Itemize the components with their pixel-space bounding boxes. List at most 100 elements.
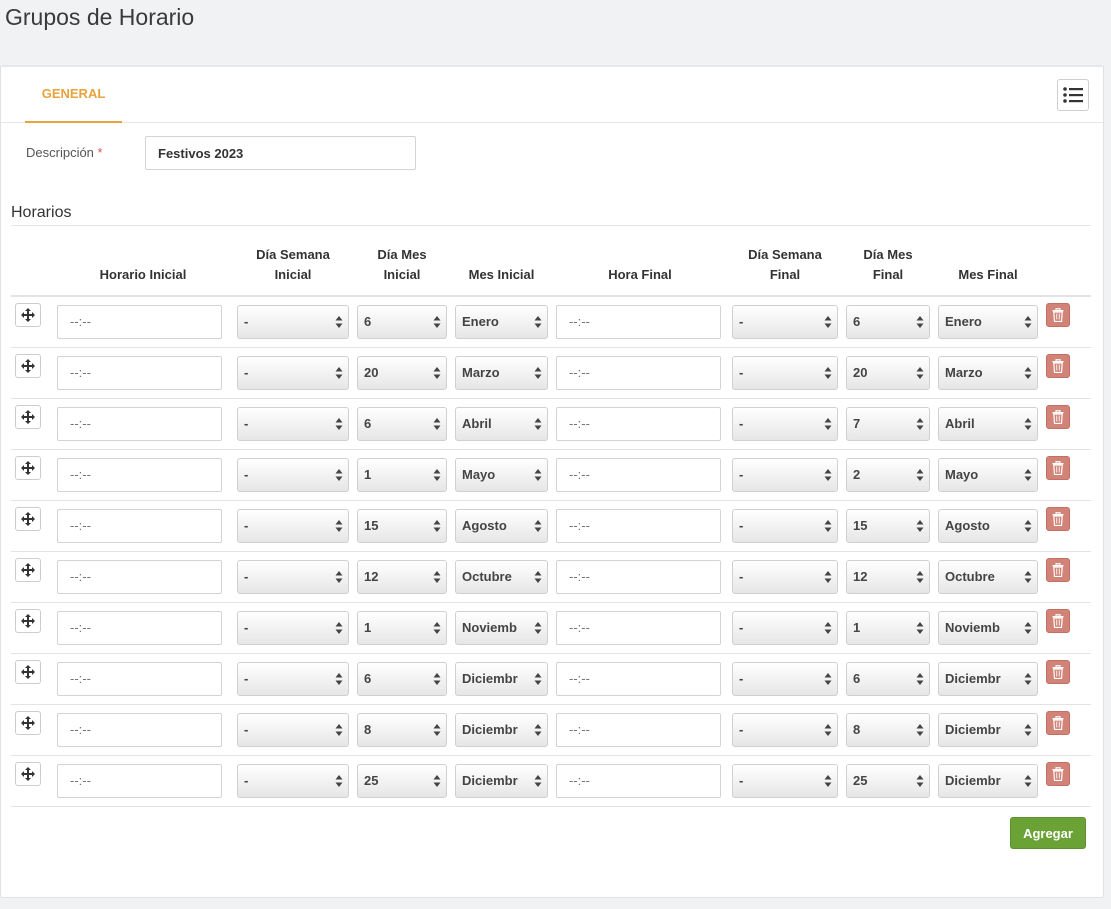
move-handle[interactable] (15, 506, 41, 531)
start-weekday-select[interactable]: - (237, 304, 349, 339)
start-monthday-select[interactable]: 6 (357, 406, 447, 441)
end-month-select[interactable]: Mayo (938, 457, 1038, 492)
move-handle[interactable] (15, 353, 41, 378)
end-weekday-select[interactable]: - (732, 508, 838, 543)
end-monthday-select[interactable]: 6 (846, 661, 930, 696)
end-monthday-select[interactable]: 25 (846, 763, 930, 798)
end-monthday-select[interactable]: 15 (846, 508, 930, 543)
end-time-input[interactable] (556, 661, 721, 696)
end-monthday-select[interactable]: 8 (846, 712, 930, 747)
end-month-select[interactable]: Diciembr (938, 763, 1038, 798)
end-time-input[interactable] (556, 559, 721, 594)
end-monthday-select[interactable]: 1 (846, 610, 930, 645)
delete-row-button[interactable] (1046, 710, 1070, 735)
start-monthday-select[interactable]: 20 (357, 355, 447, 390)
start-weekday-select[interactable]: - (237, 763, 349, 798)
delete-row-button[interactable] (1046, 659, 1070, 684)
start-month-select[interactable]: Diciembr (455, 763, 548, 798)
end-weekday-select[interactable]: - (732, 610, 838, 645)
start-weekday-select[interactable]: - (237, 457, 349, 492)
end-time-input[interactable] (556, 355, 721, 390)
start-time-input[interactable] (57, 610, 222, 645)
end-monthday-select[interactable]: 7 (846, 406, 930, 441)
end-time-input[interactable] (556, 610, 721, 645)
start-month-select[interactable]: Abril (455, 406, 548, 441)
delete-row-button[interactable] (1046, 353, 1070, 378)
start-weekday-select[interactable]: - (237, 508, 349, 543)
end-month-select[interactable]: Diciembr (938, 712, 1038, 747)
delete-row-button[interactable] (1046, 455, 1070, 480)
start-monthday-select[interactable]: 6 (357, 304, 447, 339)
end-time-input[interactable] (556, 508, 721, 543)
delete-row-button[interactable] (1046, 506, 1070, 531)
start-monthday-select[interactable]: 1 (357, 610, 447, 645)
tab-general[interactable]: GENERAL (25, 67, 122, 123)
delete-row-button[interactable] (1046, 302, 1070, 327)
end-month-select[interactable]: Agosto (938, 508, 1038, 543)
end-month-select[interactable]: Octubre (938, 559, 1038, 594)
end-weekday-select[interactable]: - (732, 661, 838, 696)
end-weekday-select[interactable]: - (732, 355, 838, 390)
start-weekday-select[interactable]: - (237, 610, 349, 645)
move-handle[interactable] (15, 302, 41, 327)
list-view-button[interactable] (1057, 79, 1089, 111)
end-month-select[interactable]: Marzo (938, 355, 1038, 390)
start-month-select[interactable]: Octubre (455, 559, 548, 594)
end-time-input[interactable] (556, 763, 721, 798)
start-month-select[interactable]: Diciembr (455, 661, 548, 696)
start-month-select[interactable]: Diciembr (455, 712, 548, 747)
start-monthday-select[interactable]: 15 (357, 508, 447, 543)
end-time-input[interactable] (556, 304, 721, 339)
start-month-select[interactable]: Noviemb (455, 610, 548, 645)
delete-row-button[interactable] (1046, 761, 1070, 786)
move-handle[interactable] (15, 455, 41, 480)
start-monthday-select[interactable]: 25 (357, 763, 447, 798)
start-weekday-select[interactable]: - (237, 712, 349, 747)
start-month-select[interactable]: Enero (455, 304, 548, 339)
start-time-input[interactable] (57, 508, 222, 543)
end-weekday-select[interactable]: - (732, 763, 838, 798)
start-time-input[interactable] (57, 406, 222, 441)
start-monthday-select[interactable]: 12 (357, 559, 447, 594)
move-handle[interactable] (15, 659, 41, 684)
start-monthday-select[interactable]: 6 (357, 661, 447, 696)
end-month-select[interactable]: Abril (938, 406, 1038, 441)
move-handle[interactable] (15, 557, 41, 582)
start-weekday-select[interactable]: - (237, 661, 349, 696)
start-time-input[interactable] (57, 763, 222, 798)
start-monthday-select[interactable]: 1 (357, 457, 447, 492)
end-month-select[interactable]: Enero (938, 304, 1038, 339)
start-time-input[interactable] (57, 712, 222, 747)
move-handle[interactable] (15, 710, 41, 735)
description-input[interactable] (145, 136, 416, 170)
end-weekday-select[interactable]: - (732, 406, 838, 441)
end-weekday-select[interactable]: - (732, 457, 838, 492)
move-handle[interactable] (15, 761, 41, 786)
move-handle[interactable] (15, 404, 41, 429)
delete-row-button[interactable] (1046, 404, 1070, 429)
end-monthday-select[interactable]: 20 (846, 355, 930, 390)
start-weekday-select[interactable]: - (237, 355, 349, 390)
start-month-select[interactable]: Marzo (455, 355, 548, 390)
end-monthday-select[interactable]: 6 (846, 304, 930, 339)
end-time-input[interactable] (556, 457, 721, 492)
start-month-select[interactable]: Mayo (455, 457, 548, 492)
end-weekday-select[interactable]: - (732, 559, 838, 594)
delete-row-button[interactable] (1046, 557, 1070, 582)
add-button[interactable]: Agregar (1010, 817, 1086, 849)
end-monthday-select[interactable]: 2 (846, 457, 930, 492)
end-weekday-select[interactable]: - (732, 712, 838, 747)
start-time-input[interactable] (57, 304, 222, 339)
end-monthday-select[interactable]: 12 (846, 559, 930, 594)
start-monthday-select[interactable]: 8 (357, 712, 447, 747)
move-handle[interactable] (15, 608, 41, 633)
end-time-input[interactable] (556, 712, 721, 747)
end-month-select[interactable]: Noviemb (938, 610, 1038, 645)
end-weekday-select[interactable]: - (732, 304, 838, 339)
start-time-input[interactable] (57, 355, 222, 390)
delete-row-button[interactable] (1046, 608, 1070, 633)
end-month-select[interactable]: Diciembr (938, 661, 1038, 696)
start-month-select[interactable]: Agosto (455, 508, 548, 543)
start-weekday-select[interactable]: - (237, 559, 349, 594)
end-time-input[interactable] (556, 406, 721, 441)
